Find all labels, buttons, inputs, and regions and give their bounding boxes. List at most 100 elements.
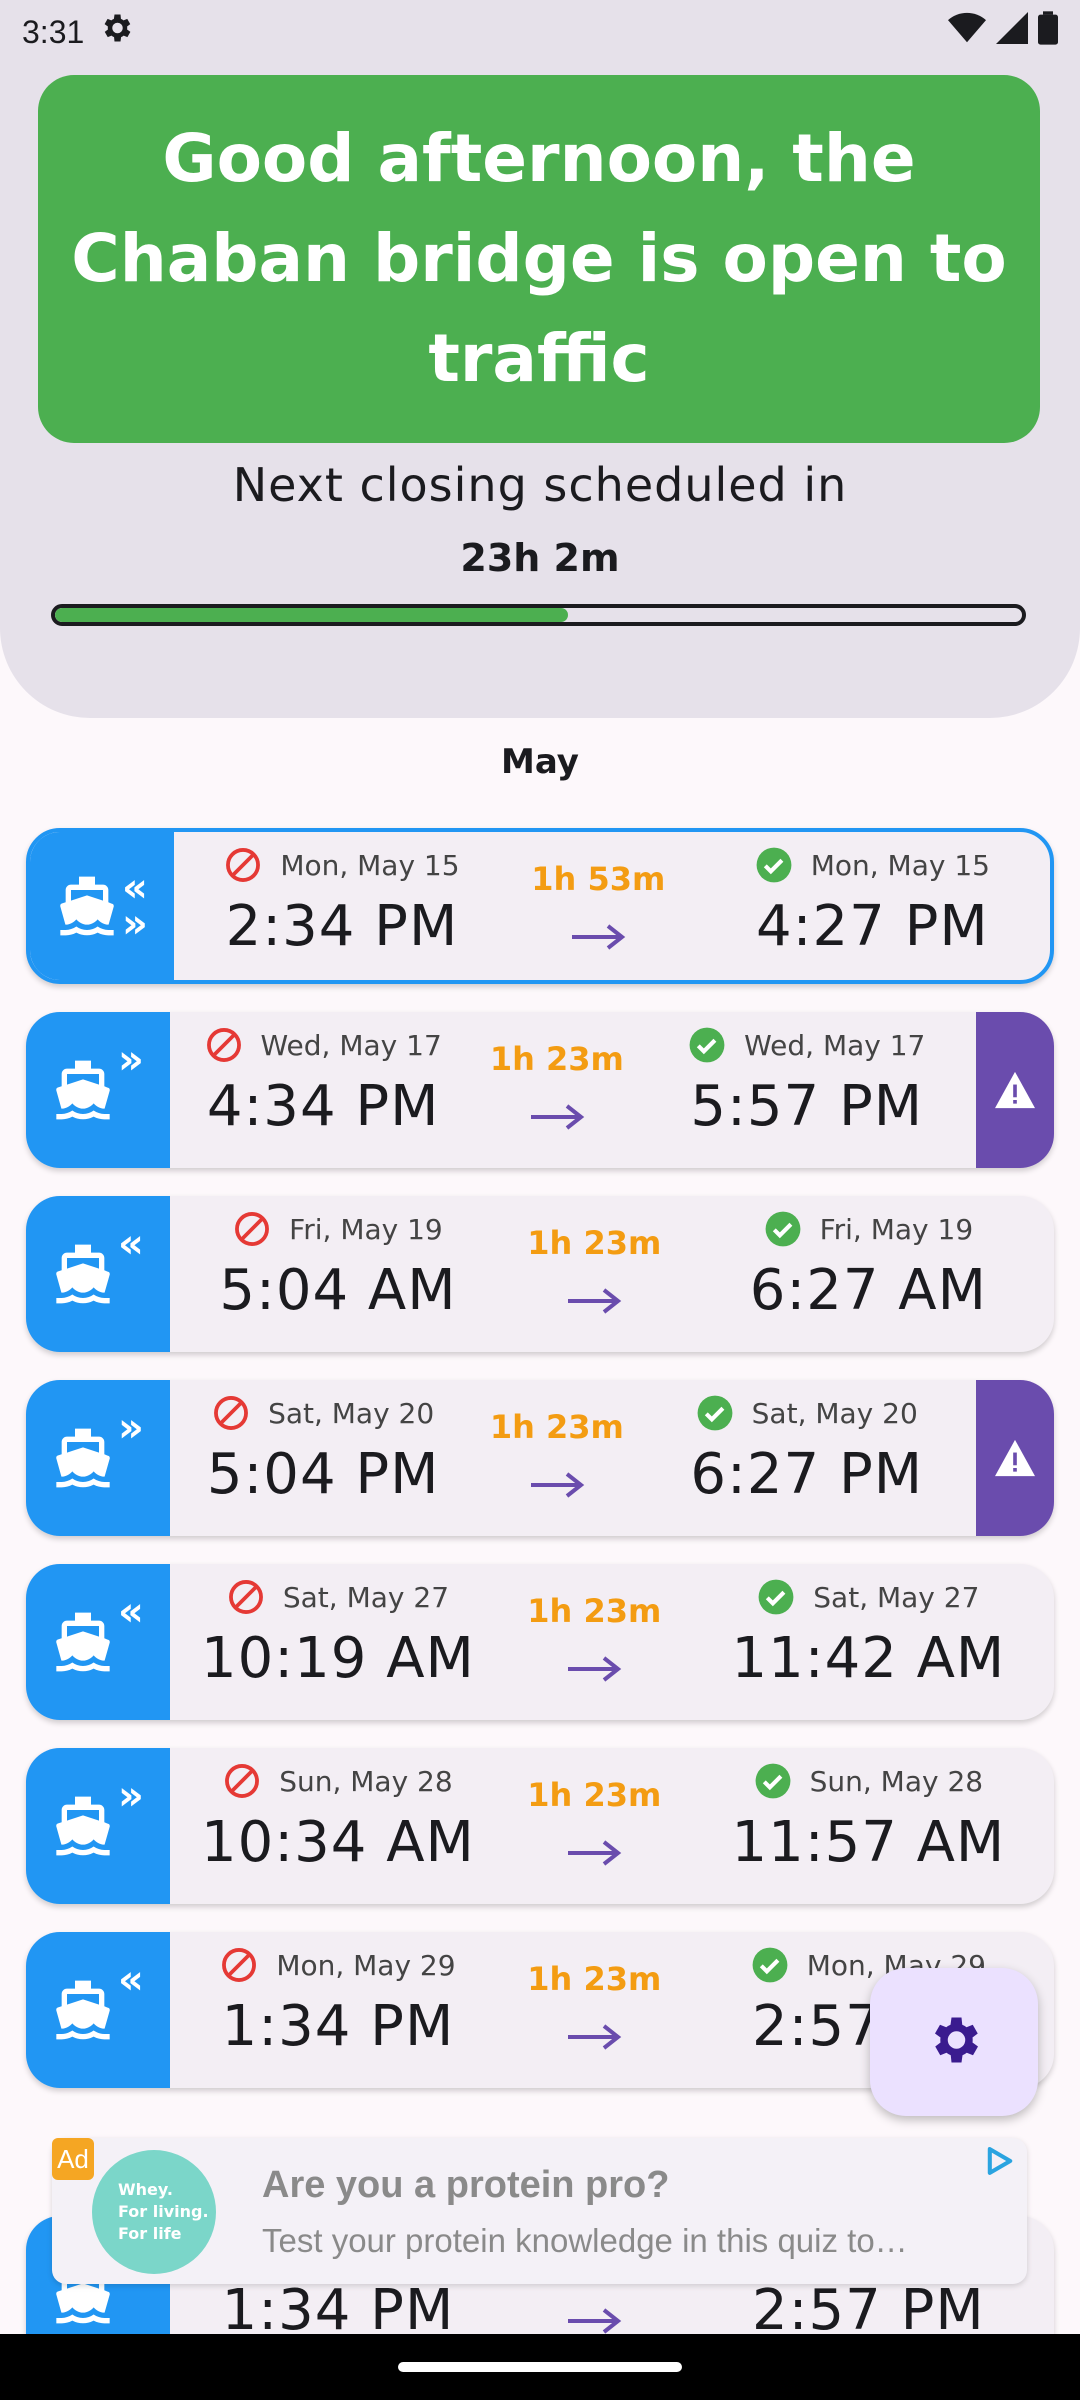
ad-logo-line: For living. [118, 2202, 209, 2221]
closing-start: Mon, May 29 1:34 PM [170, 1932, 506, 2088]
closing-end: Mon, May 15 4:27 PM [687, 832, 1050, 980]
signal-icon [996, 12, 1028, 52]
warning-icon [993, 1070, 1037, 1110]
navigation-bar [0, 2334, 1080, 2400]
close-date: Mon, May 15 [280, 848, 460, 882]
home-handle[interactable] [398, 2362, 682, 2372]
arrow-right-icon [568, 922, 628, 956]
boat-direction-panel: « [26, 1196, 170, 1352]
warning-icon [993, 1438, 1037, 1478]
next-closing-label: Next closing scheduled in [232, 458, 848, 512]
open-time: 5:57 PM [690, 1074, 924, 1139]
no-entry-icon [220, 1946, 258, 1984]
closing-duration: 1h 23m [506, 1196, 683, 1352]
close-date: Mon, May 29 [276, 1948, 456, 1982]
header-panel: Good afternoon, the Chaban bridge is ope… [0, 0, 1080, 718]
check-circle-icon [688, 1026, 726, 1064]
closing-card[interactable]: « » Mon, May 15 2:34 PM 1h 53m Mon, May 15 4:… [26, 828, 1054, 984]
open-date: Fri, May 19 [819, 1212, 974, 1246]
closing-card[interactable]: » Sat, May 20 5:04 PM 1h 23m Sat, May 20 6:27… [26, 1380, 1054, 1536]
next-closing-progress [51, 604, 1026, 626]
closing-card[interactable]: » Wed, May 17 4:34 PM 1h 23m Wed, May 17 5:57… [26, 1012, 1054, 1168]
gear-icon [98, 10, 134, 54]
ad-logo-line: Whey. [118, 2180, 173, 2199]
closing-end: Fri, May 19 6:27 AM [683, 1196, 1054, 1352]
closing-end: Wed, May 17 5:57 PM [637, 1012, 976, 1168]
close-date: Sat, May 20 [268, 1396, 435, 1430]
direction-icon: « [118, 1221, 144, 1267]
closing-start: Sat, May 20 5:04 PM [170, 1380, 476, 1536]
boat-direction-panel: « » [30, 832, 174, 980]
direction-icon: » [118, 1405, 144, 1451]
direction-icon: « » [122, 865, 148, 947]
close-time: 10:19 AM [201, 1626, 475, 1691]
duration-label: 1h 23m [527, 1592, 662, 1630]
no-entry-icon [224, 846, 262, 884]
direction-icon: » [118, 1773, 144, 1819]
boat-direction-panel: » [26, 1380, 170, 1536]
warning-panel[interactable] [976, 1012, 1054, 1168]
boat-icon [55, 874, 119, 938]
gear-icon [924, 2010, 984, 2074]
closing-end: Sat, May 20 6:27 PM [637, 1380, 976, 1536]
arrow-right-icon [527, 1102, 587, 1136]
closing-end: Sat, May 27 11:42 AM [683, 1564, 1054, 1720]
close-date: Sat, May 27 [282, 1580, 450, 1614]
arrow-right-icon [564, 2022, 624, 2056]
boat-icon [51, 1794, 115, 1858]
closing-card[interactable]: « Fri, May 19 5:04 AM 1h 23m Fri, May 19 6:27… [26, 1196, 1054, 1352]
open-time: 11:42 AM [731, 1626, 1006, 1691]
no-entry-icon [212, 1394, 250, 1432]
closing-end: Sun, May 28 11:57 AM [683, 1748, 1054, 1904]
bridge-status-banner: Good afternoon, the Chaban bridge is ope… [38, 75, 1040, 443]
check-circle-icon [696, 1394, 734, 1432]
ad-logo-line: For life [118, 2224, 182, 2243]
closing-duration: 1h 23m [506, 1564, 683, 1720]
open-time: 6:27 PM [690, 1442, 924, 1507]
open-date: Sun, May 28 [809, 1764, 984, 1798]
arrow-right-icon [564, 1838, 624, 1872]
duration-label: 1h 23m [527, 1776, 662, 1814]
check-circle-icon [757, 1578, 795, 1616]
ad-banner[interactable]: Ad Whey. For living. For life Are you a … [52, 2138, 1027, 2284]
close-date: Sun, May 28 [279, 1764, 453, 1798]
duration-label: 1h 23m [489, 1408, 624, 1446]
closing-card[interactable]: « Sat, May 27 10:19 AM 1h 23m Sat, May 27 11:… [26, 1564, 1054, 1720]
boat-direction-panel: « [26, 1564, 170, 1720]
next-closing-countdown: 23h 2m [460, 536, 620, 580]
open-time: 11:57 AM [731, 1810, 1006, 1875]
arrow-right-icon [564, 1654, 624, 1688]
ad-choices-icon[interactable] [983, 2144, 1017, 2182]
ad-description: Test your protein knowledge in this quiz… [262, 2222, 908, 2259]
closing-card[interactable]: » Sun, May 28 10:34 AM 1h 23m Sun, May 28 11:… [26, 1748, 1054, 1904]
closing-duration: 1h 23m [476, 1380, 637, 1536]
close-time: 1:34 PM [221, 1994, 455, 2059]
bridge-status-text: Good afternoon, the Chaban bridge is ope… [71, 120, 1007, 397]
no-entry-icon [233, 1210, 271, 1248]
open-date: Wed, May 17 [744, 1028, 926, 1062]
open-time: 6:27 AM [749, 1258, 987, 1323]
boat-icon [51, 1242, 115, 1306]
closing-duration: 1h 23m [506, 1748, 683, 1904]
settings-button[interactable] [870, 1968, 1038, 2116]
duration-label: 1h 53m [531, 860, 666, 898]
wifi-icon [948, 12, 986, 52]
duration-label: 1h 23m [527, 1224, 662, 1262]
boat-icon [51, 1426, 115, 1490]
closing-duration: 1h 23m [506, 1932, 683, 2088]
boat-icon [51, 1058, 115, 1122]
arrow-right-icon [564, 1286, 624, 1320]
boat-icon [51, 1978, 115, 2042]
open-date: Sat, May 27 [813, 1580, 980, 1614]
warning-panel[interactable] [976, 1380, 1054, 1536]
check-circle-icon [754, 1762, 792, 1800]
check-circle-icon [751, 1946, 789, 1984]
closing-start: Fri, May 19 5:04 AM [170, 1196, 506, 1352]
status-bar: 3:31 [0, 0, 1080, 64]
status-time: 3:31 [22, 13, 85, 50]
close-time: 10:34 AM [201, 1810, 475, 1875]
ad-badge: Ad [52, 2138, 94, 2180]
no-entry-icon [223, 1762, 261, 1800]
close-time: 5:04 PM [206, 1442, 440, 1507]
boat-direction-panel: » [26, 1748, 170, 1904]
